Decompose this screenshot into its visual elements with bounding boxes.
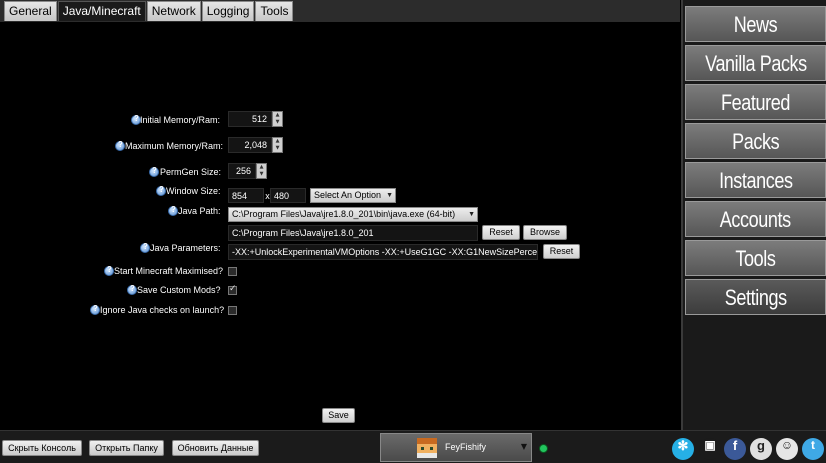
java-parameters-reset-button[interactable]: Reset <box>543 244 580 259</box>
status-indicator <box>539 444 548 453</box>
menu-accounts[interactable]: Accounts <box>685 201 826 237</box>
main-menu: News Vanilla Packs Featured Packs Packs … <box>681 0 826 463</box>
help-icon[interactable] <box>127 284 137 295</box>
twitter-icon[interactable]: t <box>802 438 824 460</box>
help-icon[interactable] <box>168 205 178 216</box>
maximum-memory-label: Maximum Memory/Ram: <box>125 141 224 151</box>
save-custom-mods-checkbox[interactable] <box>228 284 237 295</box>
initial-memory-label: Initial Memory/Ram: <box>140 115 221 125</box>
maximum-memory-input[interactable]: 2,048 <box>228 137 272 153</box>
menu-instances[interactable]: Instances <box>685 162 826 198</box>
window-height-input[interactable]: 480 <box>270 188 306 203</box>
hide-console-button[interactable]: Скрыть Консоль <box>2 440 82 456</box>
java-path-label: Java Path: <box>178 206 221 216</box>
java-parameters-label: Java Parameters: <box>150 243 221 253</box>
tab-tools[interactable]: Tools <box>255 1 294 21</box>
bottom-bar: Скрыть Консоль Открыть Папку Обновить Да… <box>0 430 826 463</box>
save-custom-mods-label: Save Custom Mods? <box>137 285 221 295</box>
menu-featured-packs[interactable]: Featured Packs <box>685 84 826 150</box>
menu-news[interactable]: News <box>685 6 826 42</box>
tab-general[interactable]: General <box>4 1 57 21</box>
initial-memory-input[interactable]: 512 <box>228 111 272 127</box>
permgen-stepper[interactable]: ▲ ▼ <box>256 163 267 179</box>
help-icon[interactable] <box>90 304 100 315</box>
window-size-select[interactable]: Select An Option ▼ <box>310 188 396 203</box>
window-size-label: Window Size: <box>166 186 221 196</box>
avatar <box>417 438 437 458</box>
settings-panel: Initial Memory/Ram: 512 ▲▼ Maximum Memor… <box>0 22 680 430</box>
help-icon[interactable] <box>149 166 159 177</box>
java-path-input[interactable]: C:\Program Files\Java\jre1.8.0_201 <box>228 225 478 241</box>
window-width-input[interactable]: 854 <box>228 188 264 203</box>
help-icon[interactable] <box>140 242 150 253</box>
ignore-java-checks-label: Ignore Java checks on launch? <box>100 305 225 315</box>
tab-java-minecraft[interactable]: Java/Minecraft <box>57 1 146 21</box>
discord-icon[interactable]: ▣ <box>699 438 721 460</box>
permgen-input[interactable]: 256 <box>228 163 256 179</box>
tab-network[interactable]: Network <box>146 1 201 21</box>
maximum-memory-stepper[interactable]: ▲ ▼ <box>272 137 283 153</box>
help-icon[interactable] <box>115 140 125 151</box>
menu-tools[interactable]: Tools <box>685 240 826 276</box>
tab-logging[interactable]: Logging <box>201 1 255 21</box>
java-parameters-input[interactable]: -XX:+UnlockExperimentalVMOptions -XX:+Us… <box>228 244 538 260</box>
facebook-icon[interactable]: f <box>724 438 746 460</box>
open-folder-button[interactable]: Открыть Папку <box>89 440 164 456</box>
account-name: FeyFishify <box>445 442 487 452</box>
menu-packs[interactable]: Packs <box>685 123 826 159</box>
start-maximised-label: Start Minecraft Maximised? <box>114 266 224 276</box>
github-icon[interactable]: g <box>750 438 772 460</box>
chevron-down-icon: ▼ <box>520 442 527 451</box>
java-path-browse-button[interactable]: Browse <box>523 225 567 240</box>
account-selector[interactable]: FeyFishify ▼ <box>380 433 532 462</box>
start-maximised-checkbox[interactable] <box>228 267 237 276</box>
java-path-select[interactable]: C:\Program Files\Java\jre1.8.0_201\bin\j… <box>228 207 478 222</box>
help-icon[interactable] <box>156 185 166 196</box>
reddit-icon[interactable]: ☺ <box>776 438 798 460</box>
java-path-reset-button[interactable]: Reset <box>482 225 520 240</box>
help-icon[interactable] <box>104 265 114 276</box>
initial-memory-stepper[interactable]: ▲ ▼ <box>272 111 283 127</box>
update-data-button[interactable]: Обновить Данные <box>172 440 259 456</box>
nodecraft-icon[interactable]: ✻ <box>672 438 694 460</box>
save-button[interactable]: Save <box>322 408 355 423</box>
menu-settings[interactable]: Settings <box>685 279 826 315</box>
permgen-label: PermGen Size: <box>160 167 222 177</box>
tab-bar: General Java/Minecraft Network Logging T… <box>0 0 680 22</box>
ignore-java-checks-checkbox[interactable] <box>228 306 237 315</box>
menu-vanilla-packs[interactable]: Vanilla Packs <box>685 45 826 81</box>
